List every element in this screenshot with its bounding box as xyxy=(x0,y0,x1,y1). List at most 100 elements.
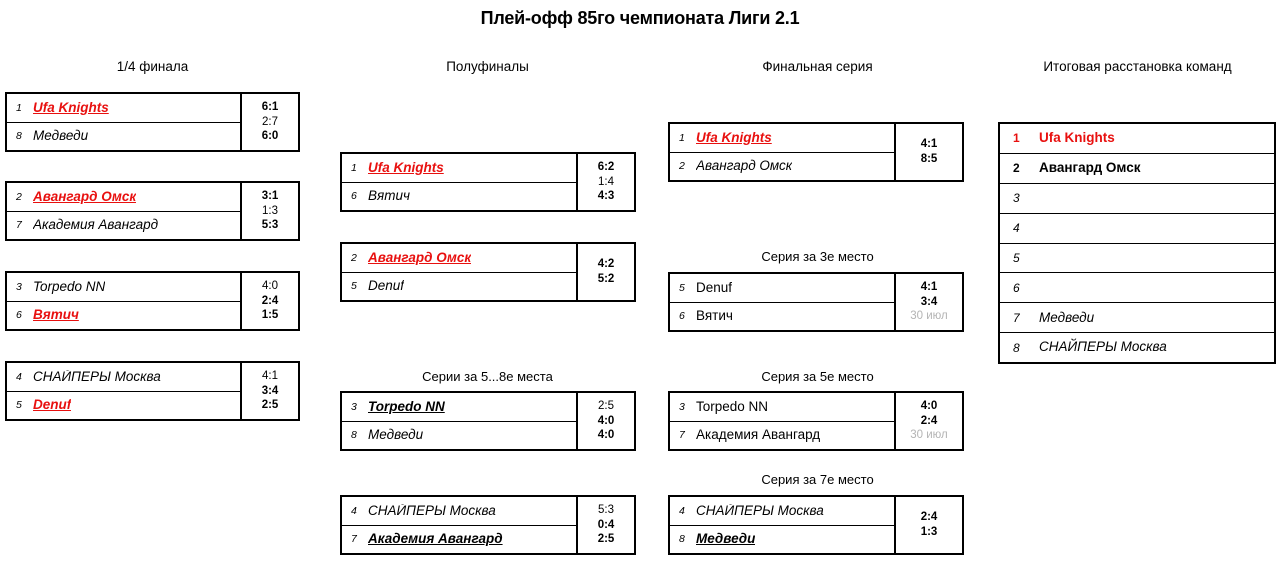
standings-position: 6 xyxy=(1013,280,1020,295)
standings-row[interactable]: 7 Медведи xyxy=(1000,303,1274,334)
team-row-bottom[interactable]: 8 Медведи xyxy=(342,422,576,450)
quarterfinal-match-2[interactable]: 2 Авангард Омск 7 Академия Авангард 3:1 1:3 5:… xyxy=(5,181,300,241)
match-teams: 2 Авангард Омск 7 Академия Авангард xyxy=(7,183,240,239)
team-seed: 3 xyxy=(679,400,685,413)
scheduled-date: 30 июл xyxy=(910,310,948,323)
column-header-quarterfinals: 1/4 финала xyxy=(116,59,189,74)
team-row-top[interactable]: 3 Torpedo NN xyxy=(7,273,240,302)
standings-team-name: Медведи xyxy=(1039,309,1095,325)
match-teams: 4 СНАЙПЕРЫ Москва 7 Академия Авангард xyxy=(342,497,576,553)
team-seed: 8 xyxy=(351,429,357,441)
match-scores: 6:2 1:4 4:3 xyxy=(576,154,634,210)
team-row-top[interactable]: 2 Авангард Омск xyxy=(7,183,240,212)
standings-row[interactable]: 2 Авангард Омск xyxy=(1000,154,1274,184)
team-name: Ufa Knights xyxy=(368,160,444,175)
match-teams: 1 Ufa Knights 6 Вятич xyxy=(342,154,576,210)
game-score: 4:0 xyxy=(597,414,615,427)
team-row-bottom[interactable]: 7 Академия Авангард xyxy=(7,212,240,240)
game-score: 6:1 xyxy=(261,100,279,113)
team-row-bottom[interactable]: 6 Вятич xyxy=(7,302,240,330)
final-series-match[interactable]: 1 Ufa Knights 2 Авангард Омск 4:1 8:5 xyxy=(668,122,964,182)
standings-row[interactable]: 4 xyxy=(1000,214,1274,244)
standings-team-name: СНАЙПЕРЫ Москва xyxy=(1039,339,1167,355)
standings-row[interactable]: 5 xyxy=(1000,244,1274,274)
team-seed: 5 xyxy=(351,280,357,292)
team-seed: 6 xyxy=(679,310,685,322)
team-name: Академия Авангард xyxy=(368,532,503,547)
team-seed: 4 xyxy=(16,370,22,383)
standings-row[interactable]: 6 xyxy=(1000,273,1274,304)
team-seed: 5 xyxy=(679,281,685,294)
team-row-top[interactable]: 4 СНАЙПЕРЫ Москва xyxy=(7,363,240,392)
series-place-5-match[interactable]: 3 Torpedo NN 7 Академия Авангард 4:0 2:4 30 ию… xyxy=(668,391,964,451)
quarterfinal-match-1[interactable]: 1 Ufa Knights 8 Медведи 6:1 2:7 6:0 xyxy=(5,92,300,152)
game-score: 4:0 xyxy=(920,399,938,412)
team-seed: 2 xyxy=(679,160,685,172)
standings-row[interactable]: 1 Ufa Knights xyxy=(1000,124,1274,154)
team-name: СНАЙПЕРЫ Москва xyxy=(33,369,161,384)
team-seed: 2 xyxy=(16,190,22,203)
team-row-top[interactable]: 1 Ufa Knights xyxy=(7,94,240,123)
team-seed: 4 xyxy=(351,504,357,517)
team-name: Медведи xyxy=(696,532,756,547)
game-score: 8:5 xyxy=(920,153,938,165)
team-row-bottom[interactable]: 7 Академия Авангард xyxy=(342,526,576,554)
team-row-top[interactable]: 3 Torpedo NN xyxy=(670,393,894,422)
game-score: 4:0 xyxy=(262,279,278,292)
game-score: 4:0 xyxy=(597,429,615,442)
standings-position: 5 xyxy=(1013,250,1020,265)
team-row-bottom[interactable]: 6 Вятич xyxy=(342,183,576,211)
team-name: Академия Авангард xyxy=(33,218,159,233)
team-row-top[interactable]: 1 Ufa Knights xyxy=(342,154,576,183)
team-name: Медведи xyxy=(33,129,89,144)
team-row-top[interactable]: 2 Авангард Омск xyxy=(342,244,576,273)
team-row-top[interactable]: 5 Denuf xyxy=(670,274,894,303)
match-scores: 3:1 1:3 5:3 xyxy=(240,183,298,239)
team-name: Denuf xyxy=(368,279,405,294)
team-seed: 1 xyxy=(351,161,357,174)
team-seed: 5 xyxy=(16,399,22,411)
match-teams: 3 Torpedo NN 8 Медведи xyxy=(342,393,576,449)
team-name: Torpedo NN xyxy=(696,399,769,414)
team-row-top[interactable]: 4 СНАЙПЕРЫ Москва xyxy=(670,497,894,526)
team-name: Авангард Омск xyxy=(696,159,793,174)
team-seed: 8 xyxy=(16,130,22,142)
standings-position: 3 xyxy=(1013,191,1020,206)
semifinal-match-2[interactable]: 2 Авангард Омск 5 Denuf 4:2 5:2 xyxy=(340,242,636,302)
series-5-8-match-1[interactable]: 3 Torpedo NN 8 Медведи 2:5 4:0 4:0 xyxy=(340,391,636,451)
standings-row[interactable]: 8 СНАЙПЕРЫ Москва xyxy=(1000,333,1274,362)
team-row-bottom[interactable]: 5 Denuf xyxy=(7,392,240,420)
series-place-3-match[interactable]: 5 Denuf 6 Вятич 4:1 3:4 30 июл xyxy=(668,272,964,332)
team-row-top[interactable]: 3 Torpedo NN xyxy=(342,393,576,422)
match-teams: 1 Ufa Knights 2 Авангард Омск xyxy=(670,124,894,180)
standings-position: 2 xyxy=(1013,161,1020,176)
team-row-bottom[interactable]: 5 Denuf xyxy=(342,273,576,301)
team-row-top[interactable]: 4 СНАЙПЕРЫ Москва xyxy=(342,497,576,526)
team-name: Вятич xyxy=(696,309,733,324)
game-score: 4:1 xyxy=(920,280,938,293)
team-name: СНАЙПЕРЫ Москва xyxy=(696,503,824,518)
standings-row[interactable]: 3 xyxy=(1000,184,1274,214)
series-place-7-match[interactable]: 4 СНАЙПЕРЫ Москва 8 Медведи 2:4 1:3 xyxy=(668,495,964,555)
scheduled-date: 30 июл xyxy=(910,429,948,442)
team-seed: 3 xyxy=(351,400,357,413)
team-row-bottom[interactable]: 6 Вятич xyxy=(670,303,894,331)
team-row-bottom[interactable]: 8 Медведи xyxy=(7,123,240,151)
team-row-bottom[interactable]: 8 Медведи xyxy=(670,526,894,554)
series-5-8-match-2[interactable]: 4 СНАЙПЕРЫ Москва 7 Академия Авангард 5:3 0:4… xyxy=(340,495,636,555)
game-score: 3:4 xyxy=(920,295,938,308)
game-score: 3:1 xyxy=(261,189,279,202)
semifinal-match-1[interactable]: 1 Ufa Knights 6 Вятич 6:2 1:4 4:3 xyxy=(340,152,636,212)
page-title: Плей-офф 85го чемпионата Лиги 2.1 xyxy=(480,8,800,28)
game-score: 3:4 xyxy=(261,384,279,397)
match-teams: 1 Ufa Knights 8 Медведи xyxy=(7,94,240,150)
team-row-bottom[interactable]: 7 Академия Авангард xyxy=(670,422,894,450)
team-seed: 6 xyxy=(351,190,357,202)
game-score: 1:4 xyxy=(598,175,614,188)
game-score: 1:5 xyxy=(261,309,279,322)
team-row-bottom[interactable]: 2 Авангард Омск xyxy=(670,153,894,181)
game-score: 2:4 xyxy=(920,511,938,524)
team-row-top[interactable]: 1 Ufa Knights xyxy=(670,124,894,153)
quarterfinal-match-4[interactable]: 4 СНАЙПЕРЫ Москва 5 Denuf 4:1 3:4 2:5 xyxy=(5,361,300,421)
quarterfinal-match-3[interactable]: 3 Torpedo NN 6 Вятич 4:0 2:4 1:5 xyxy=(5,271,300,331)
